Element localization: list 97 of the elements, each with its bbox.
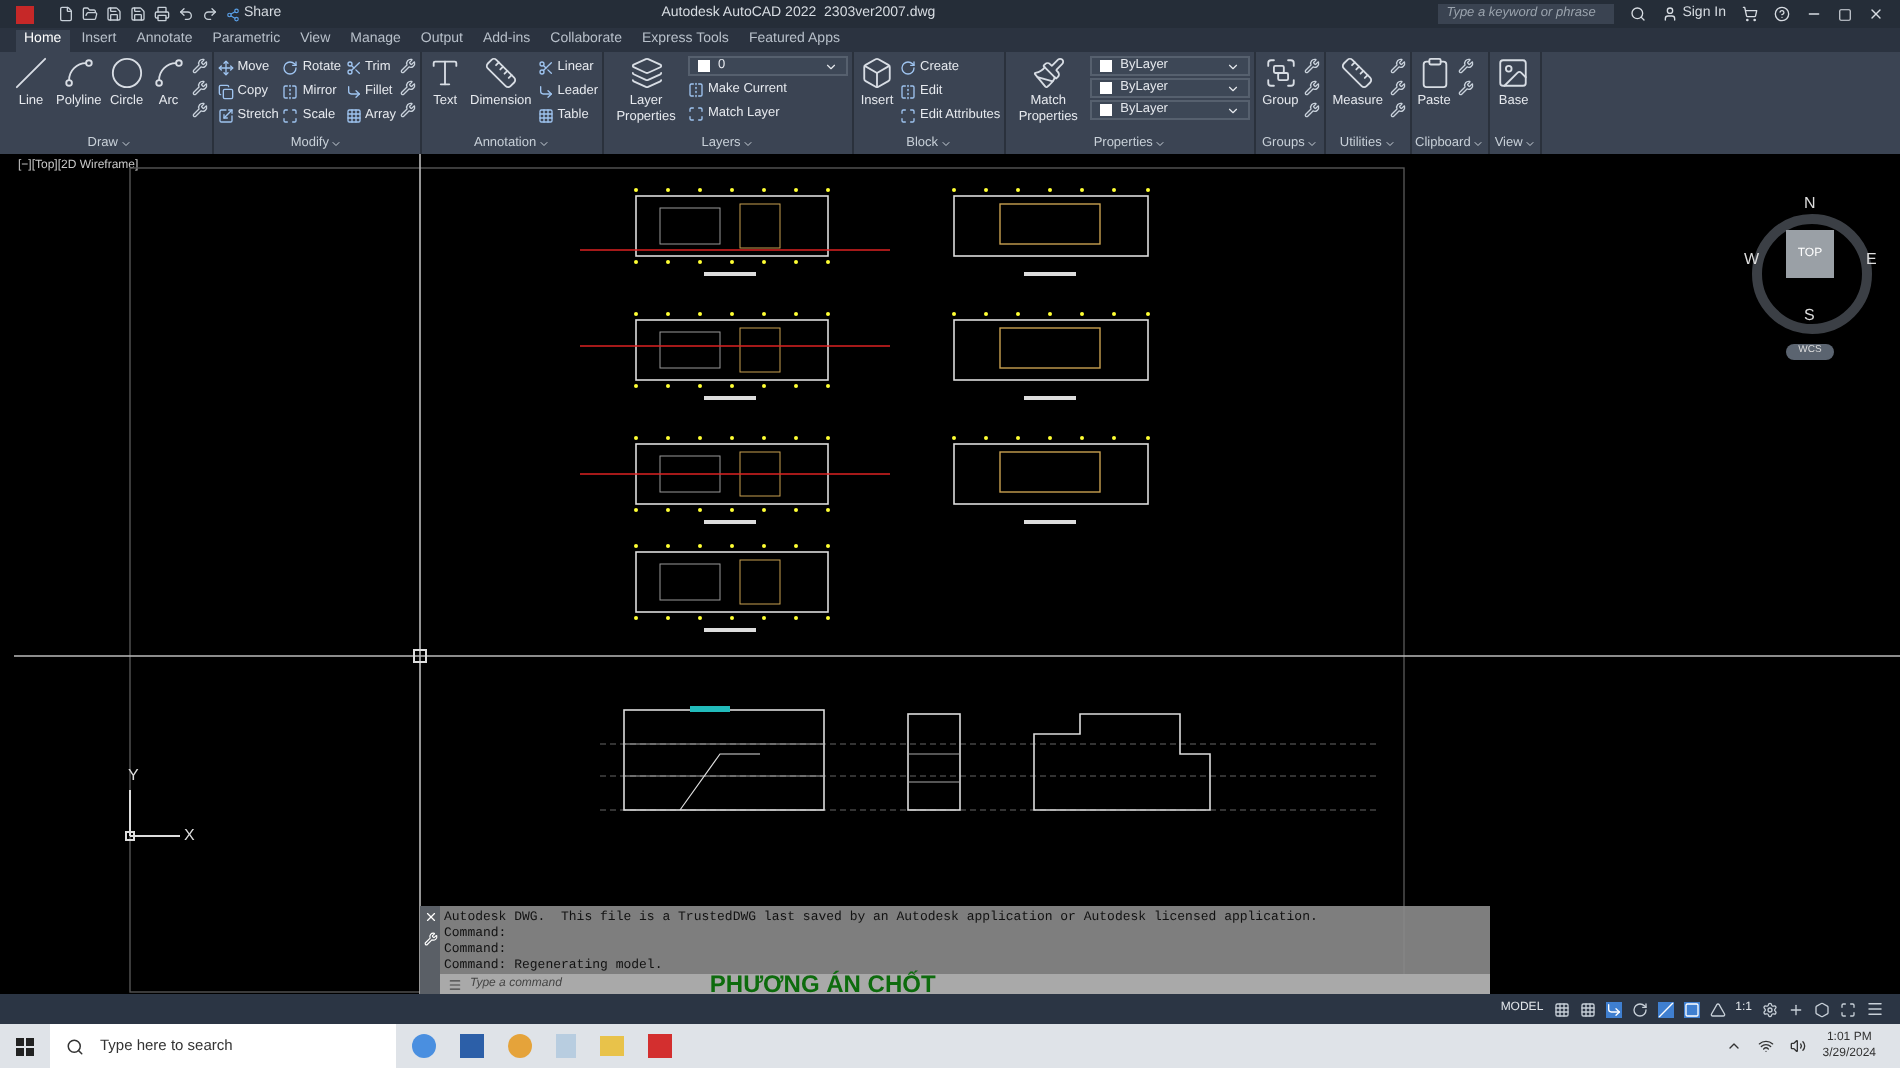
- settings-icon[interactable]: [1762, 1001, 1778, 1017]
- drawing-canvas[interactable]: [0, 154, 1900, 994]
- cursor-box: [413, 649, 427, 663]
- cart-icon[interactable]: [1742, 6, 1758, 22]
- plus-icon[interactable]: [1788, 1001, 1804, 1017]
- save-as-icon[interactable]: [130, 6, 146, 22]
- app-logo-icon[interactable]: [16, 5, 34, 23]
- tool-icon[interactable]: [191, 80, 208, 96]
- wrench-icon[interactable]: [423, 932, 437, 946]
- caret-icon: [330, 138, 343, 150]
- network-icon[interactable]: [1758, 1038, 1775, 1054]
- color-swatch-icon: [1100, 82, 1113, 94]
- tool-icon[interactable]: [1304, 102, 1321, 118]
- compass-east[interactable]: E: [1866, 248, 1877, 272]
- tool-icon: [345, 83, 362, 99]
- share-icon: [226, 7, 240, 21]
- tool-icon: [282, 107, 299, 123]
- tool-icon[interactable]: [400, 58, 417, 74]
- menu-icon[interactable]: [1866, 1000, 1884, 1018]
- tool-icon: [1031, 56, 1066, 90]
- new-file-icon[interactable]: [58, 6, 74, 22]
- compass-north[interactable]: N: [1804, 192, 1816, 216]
- tool-icon[interactable]: [400, 102, 417, 118]
- tool-icon[interactable]: [1304, 80, 1321, 96]
- tool-icon: [217, 83, 234, 99]
- caret-icon: [538, 138, 551, 150]
- tool-icon: [900, 59, 917, 75]
- tool-icon[interactable]: [400, 80, 417, 96]
- tool-icon[interactable]: [191, 102, 208, 118]
- tool-icon[interactable]: [1389, 58, 1405, 74]
- caret-icon: [1472, 138, 1485, 150]
- tool-icon: [900, 83, 917, 99]
- caret-icon: [824, 59, 839, 73]
- color-swatch-icon: [1100, 60, 1113, 72]
- tool-icon: [900, 107, 917, 123]
- undo-icon[interactable]: [178, 6, 194, 22]
- tool-icon[interactable]: [1457, 58, 1473, 74]
- tool-icon[interactable]: [1457, 80, 1473, 96]
- tool-icon: [688, 81, 705, 97]
- command-menu-icon[interactable]: [448, 977, 462, 991]
- tool-icon[interactable]: [191, 58, 208, 74]
- windows-start-icon[interactable]: [16, 1037, 34, 1055]
- compass-south[interactable]: S: [1804, 304, 1815, 328]
- tool-icon: [537, 83, 554, 99]
- caret-icon: [1524, 138, 1537, 150]
- tool-icon: [217, 59, 234, 75]
- caret-icon: [119, 138, 132, 150]
- help-icon[interactable]: [1774, 6, 1790, 22]
- tool-icon: [860, 56, 895, 90]
- ucs-y-label: Y: [128, 764, 139, 788]
- caret-icon: [1383, 138, 1396, 150]
- tool-icon: [282, 83, 299, 99]
- tool-icon: [282, 59, 299, 75]
- user-icon: [1662, 6, 1679, 22]
- tool-icon: [1263, 56, 1298, 90]
- tray-chevron-icon[interactable]: [1726, 1038, 1743, 1054]
- tool-icon: [345, 107, 362, 123]
- search-icon[interactable]: [1630, 6, 1647, 22]
- print-icon[interactable]: [154, 6, 170, 22]
- ucs-axes-icon: [125, 789, 181, 841]
- tool-icon: [1496, 56, 1531, 90]
- tool-icon: [688, 105, 705, 121]
- tool-icon[interactable]: [1389, 102, 1405, 118]
- tool-icon: [537, 59, 554, 75]
- tool-icon: [1417, 56, 1451, 90]
- tool-icon: [345, 59, 362, 75]
- caret-icon: [1154, 138, 1167, 150]
- fullscreen-icon[interactable]: [1840, 1001, 1856, 1017]
- redo-icon[interactable]: [202, 6, 218, 22]
- caret-icon: [940, 138, 953, 150]
- compass-west[interactable]: W: [1744, 248, 1760, 272]
- tool-icon: [14, 56, 48, 90]
- tool-icon: [483, 56, 518, 90]
- tool-icon: [1340, 56, 1375, 90]
- tool-icon: [537, 107, 554, 123]
- tool-icon[interactable]: [1389, 80, 1405, 96]
- tool-icon: [217, 107, 234, 123]
- app-taskbar-icon[interactable]: [412, 1034, 436, 1058]
- grid-icon[interactable]: [1553, 1001, 1570, 1017]
- color-swatch-icon: [1100, 104, 1113, 116]
- tool-icon: [151, 56, 186, 90]
- tool-icon[interactable]: [1304, 58, 1321, 74]
- search-icon: [66, 1037, 84, 1055]
- tool-icon: [61, 56, 96, 90]
- maximize-icon[interactable]: [1838, 7, 1852, 21]
- volume-icon[interactable]: [1790, 1038, 1807, 1054]
- save-icon[interactable]: [106, 6, 122, 22]
- tool-icon: [109, 56, 144, 90]
- tool-icon: [428, 56, 463, 90]
- close-icon[interactable]: [1868, 6, 1884, 22]
- caret-icon: [1306, 138, 1319, 150]
- ucs-x-label: X: [184, 824, 195, 848]
- color-swatch-icon: [698, 60, 711, 72]
- tool-icon: [629, 56, 664, 90]
- caret-icon: [742, 138, 755, 150]
- open-folder-icon[interactable]: [82, 6, 98, 22]
- elevation-drawing: [907, 713, 961, 811]
